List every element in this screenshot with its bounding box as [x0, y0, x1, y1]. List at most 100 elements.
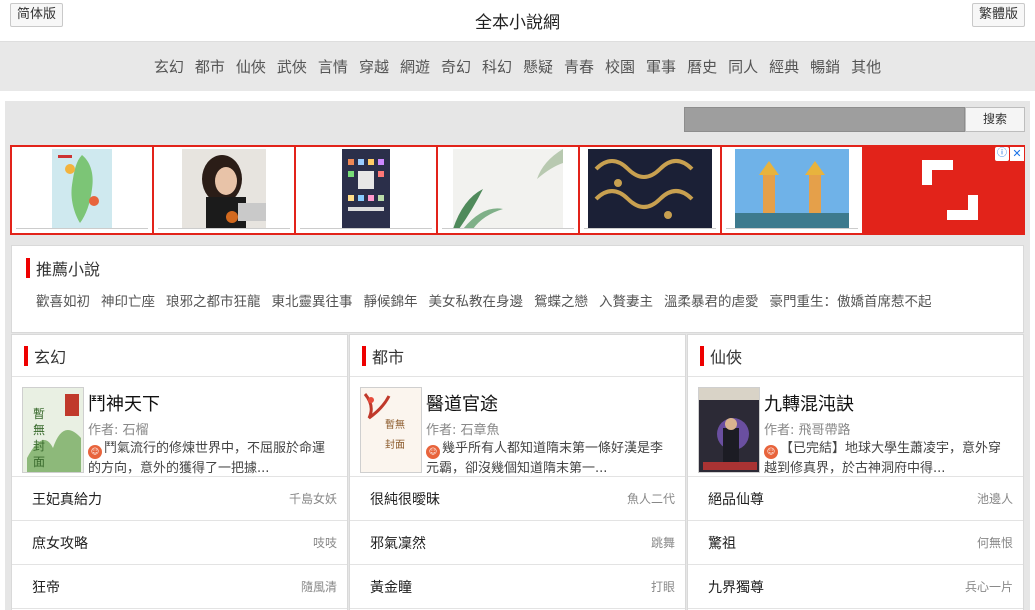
list-item[interactable]: 絕品仙尊 池邊人: [688, 477, 1023, 521]
book-name[interactable]: 九界獨尊: [708, 577, 764, 597]
search-bar: 搜索: [684, 107, 1025, 132]
list-item[interactable]: 黃金瞳 打眼: [350, 565, 685, 609]
search-button[interactable]: 搜索: [965, 107, 1025, 132]
recommend-link[interactable]: 東北靈異往事: [272, 290, 353, 310]
nav-item[interactable]: 奇幻: [441, 56, 471, 77]
nav-item[interactable]: 曆史: [687, 56, 717, 77]
ad-info-icon[interactable]: ⓘ: [995, 147, 1009, 161]
search-input[interactable]: [684, 107, 965, 132]
recommend-link[interactable]: 靜候錦年: [364, 290, 418, 310]
nav-item[interactable]: 網遊: [400, 56, 430, 77]
book-cover[interactable]: [698, 387, 760, 473]
book-cover[interactable]: 暫無 封面: [360, 387, 422, 473]
main-content: 搜索 ⓘ ✕ 推薦小說 歡喜如初 神印亡座 琅邪之都市狂龍 東北靈異往事 靜候錦…: [5, 101, 1030, 610]
nav-item[interactable]: 仙俠: [236, 56, 266, 77]
ad-close-icon[interactable]: ✕: [1010, 147, 1024, 161]
nav-item[interactable]: 懸疑: [523, 56, 553, 77]
svg-text:無: 無: [33, 422, 45, 437]
nav-item[interactable]: 校園: [605, 56, 635, 77]
list-item[interactable]: 驚祖 何無恨: [688, 521, 1023, 565]
svg-text:暫無: 暫無: [385, 418, 405, 431]
book-name[interactable]: 黃金瞳: [370, 577, 412, 597]
list-item[interactable]: 很純很曖昧 魚人二代: [350, 477, 685, 521]
ad-image-woman[interactable]: [154, 147, 294, 233]
recommend-link[interactable]: 歡喜如初: [36, 290, 90, 310]
poster-illustration: [342, 149, 390, 229]
book-author: 作者: 石章魚: [426, 423, 500, 438]
book-title[interactable]: 醫道官途: [426, 390, 675, 416]
list-item[interactable]: 狂帝 隨風清: [12, 565, 347, 609]
category-title: 仙俠: [710, 347, 743, 367]
recommend-title: 推薦小說: [36, 260, 101, 279]
list-item[interactable]: 邪氣凜然 跳舞: [350, 521, 685, 565]
recommend-link[interactable]: 豪門重生：傲嬌首席惹不起: [770, 290, 932, 310]
nav-item[interactable]: 武俠: [277, 56, 307, 77]
book-title[interactable]: 九轉混沌訣: [764, 390, 1013, 416]
nav-item[interactable]: 經典: [769, 56, 799, 77]
traditional-button[interactable]: 繁體版: [971, 3, 1025, 27]
nav-item[interactable]: 軍事: [646, 56, 676, 77]
category-panel-xianxia: 仙俠 九轉混沌訣 作者: 飛哥帶路 ☺ 【已完結】地球大學生蕭凌宇，意外穿越到修真…: [687, 334, 1024, 610]
nav-item[interactable]: 穿越: [359, 56, 389, 77]
recommend-panel: 推薦小說 歡喜如初 神印亡座 琅邪之都市狂龍 東北靈異往事 靜候錦年 美女私教在…: [11, 245, 1024, 333]
section-marker: [700, 345, 704, 366]
book-title[interactable]: 鬥神天下: [88, 390, 337, 416]
nav-item[interactable]: 暢銷: [810, 56, 840, 77]
book-author: 千島女妖: [288, 492, 337, 506]
recommend-link[interactable]: 鴛蝶之戀: [534, 290, 588, 310]
featured-info: 鬥神天下 作者: 石榴 ☺ 鬥氣流行的修煉世界中，不屈服於命運的方向，意外的獲得了…: [88, 387, 337, 476]
book-name[interactable]: 驚祖: [708, 533, 736, 553]
book-name[interactable]: 王妃真給力: [32, 489, 102, 509]
section-marker: [362, 345, 366, 366]
ad-tag: [442, 228, 574, 231]
book-name[interactable]: 狂帝: [32, 577, 60, 597]
ad-image-temple[interactable]: [722, 147, 862, 233]
category-title: 都市: [372, 347, 405, 367]
book-author: 池邊人: [976, 492, 1013, 506]
nav-item[interactable]: 同人: [728, 56, 758, 77]
ad-image-poster[interactable]: [296, 147, 436, 233]
book-cover[interactable]: 暫 無 封 面: [22, 387, 84, 473]
ad-image-map[interactable]: [12, 147, 152, 233]
section-marker: [26, 258, 30, 278]
category-panel-dushi: 都市 暫無 封面 醫道官途 作者: 石章魚 ☺ 幾乎所有人都知道隋末第一條好漢是李…: [349, 334, 686, 610]
dragon-pattern: [588, 149, 712, 229]
recommend-link[interactable]: 美女私教在身邊: [429, 290, 524, 310]
book-name[interactable]: 絕品仙尊: [708, 489, 764, 509]
book-author: 隨風清: [300, 580, 337, 594]
featured-book[interactable]: 九轉混沌訣 作者: 飛哥帶路 ☺ 【已完結】地球大學生蕭凌宇，意外穿越到修真界，於…: [688, 377, 1023, 477]
nav-item[interactable]: 科幻: [482, 56, 512, 77]
recommend-link[interactable]: 溫柔暴君的虐愛: [664, 290, 759, 310]
site-title[interactable]: 全本小說網: [0, 8, 1035, 33]
list-item[interactable]: 王妃真給力 千島女妖: [12, 477, 347, 521]
book-description: ☺ 鬥氣流行的修煉世界中，不屈服於命運的方向，意外的獲得了一把據...: [88, 439, 337, 479]
featured-book[interactable]: 暫 無 封 面 鬥神天下 作者: 石榴 ☺ 鬥氣流行的修煉世界中，不屈服於命運的方…: [12, 377, 347, 477]
ad-image-dragon[interactable]: [580, 147, 720, 233]
recommend-link[interactable]: 神印亡座: [101, 290, 155, 310]
book-description: ☺ 幾乎所有人都知道隋末第一條好漢是李元霸，卻沒幾個知道隋末第一...: [426, 439, 675, 479]
featured-book[interactable]: 暫無 封面 醫道官途 作者: 石章魚 ☺ 幾乎所有人都知道隋末第一條好漢是李元霸，…: [350, 377, 685, 477]
nav-item[interactable]: 玄幻: [154, 56, 184, 77]
ad-banner[interactable]: ⓘ ✕: [10, 145, 1025, 235]
book-name[interactable]: 邪氣凜然: [370, 533, 426, 553]
book-author: 作者: 石榴: [88, 423, 149, 438]
svg-text:暫: 暫: [33, 406, 45, 421]
list-item[interactable]: 九界獨尊 兵心一片: [688, 565, 1023, 609]
category-title: 玄幻: [34, 347, 67, 367]
nav-item[interactable]: 其他: [851, 56, 881, 77]
spacer: [0, 91, 1035, 101]
section-marker: [24, 345, 28, 366]
nav-item[interactable]: 言情: [318, 56, 348, 77]
avatar-icon: ☺: [764, 445, 778, 459]
svg-text:面: 面: [33, 455, 45, 469]
ad-image-leaves[interactable]: [438, 147, 578, 233]
list-item[interactable]: 庶女攻略 吱吱: [12, 521, 347, 565]
book-name[interactable]: 很純很曖昧: [370, 489, 440, 509]
recommend-link[interactable]: 琅邪之都市狂龍: [166, 290, 261, 310]
nav-item[interactable]: 都市: [195, 56, 225, 77]
recommend-link[interactable]: 入贅妻主: [599, 290, 653, 310]
book-author: 打眼: [650, 580, 675, 594]
nav-item[interactable]: 青春: [564, 56, 594, 77]
book-name[interactable]: 庶女攻略: [32, 533, 88, 553]
book-description: ☺ 【已完結】地球大學生蕭凌宇，意外穿越到修真界，於古神洞府中得...: [764, 439, 1013, 479]
